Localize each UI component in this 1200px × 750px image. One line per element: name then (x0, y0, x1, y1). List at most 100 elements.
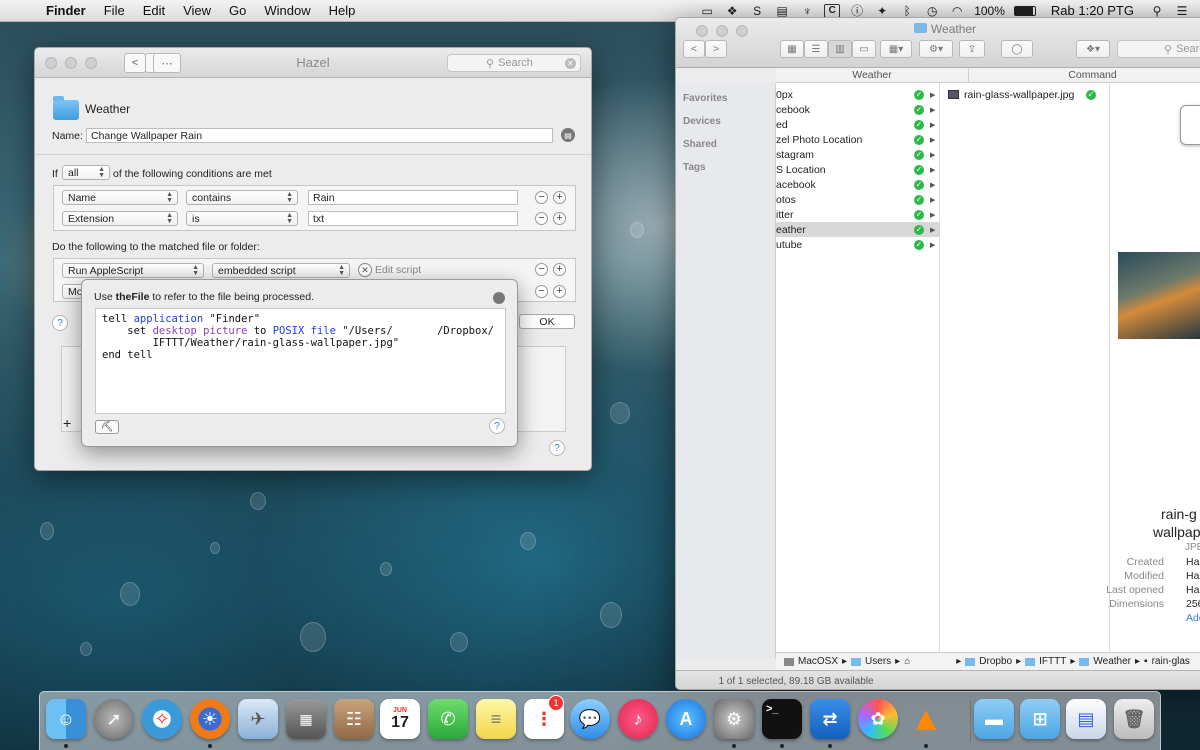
condition-attribute-select[interactable]: Name ▲ ▼ (62, 190, 178, 205)
tools-icon[interactable]: ✦ (874, 4, 890, 18)
icon-view-button[interactable]: ▦ (780, 40, 804, 58)
battery-icon[interactable] (1013, 5, 1036, 16)
add-action-button[interactable]: + (553, 285, 566, 298)
edit-script-link[interactable]: Edit script (375, 264, 421, 276)
add-tags-link[interactable]: Add (1186, 612, 1200, 624)
folder-row[interactable]: acebook ✓ ▶ (776, 177, 940, 192)
path-item[interactable]: IFTTT (1039, 656, 1066, 667)
close-popover-icon[interactable]: ✕ (358, 263, 372, 277)
sidebar-shared[interactable]: Shared (683, 139, 717, 150)
clear-search-icon[interactable]: ✕ (565, 57, 576, 69)
match-mode-select[interactable]: all ▲ ▼ (62, 165, 110, 180)
script-code-editor[interactable]: tell application "Finder" set desktop pi… (95, 308, 506, 414)
itunes-icon[interactable]: ♪ (618, 699, 658, 739)
rule-options-icon[interactable]: ▤ (561, 128, 575, 142)
remove-condition-button[interactable]: − (535, 212, 548, 225)
photos-icon[interactable]: ✿ (858, 699, 898, 739)
add-folder-button[interactable]: + (63, 415, 71, 431)
help-button[interactable]: ? (489, 418, 505, 434)
notes-icon[interactable]: ≡ (476, 699, 516, 739)
column-header-weather[interactable]: Weather (776, 68, 968, 83)
menu-window[interactable]: Window (264, 3, 310, 18)
dropbox-menu-icon[interactable]: ❖▾ (1076, 40, 1110, 58)
vlc-icon[interactable]: ▲ (906, 699, 946, 739)
downloads-stack-icon[interactable]: ▤ (1066, 699, 1106, 739)
help-button[interactable]: ? (549, 440, 565, 456)
remove-action-button[interactable]: − (535, 285, 548, 298)
compile-hammer-icon[interactable]: ⛏ (95, 420, 119, 434)
menu-edit[interactable]: Edit (143, 3, 165, 18)
safari-icon[interactable]: ✧ (142, 699, 182, 739)
firefox-icon[interactable]: ☀ (190, 699, 230, 739)
condition-value-field[interactable]: txt (308, 211, 518, 226)
folder-row[interactable]: stagram ✓ ▶ (776, 147, 940, 162)
tag-button[interactable]: ◯ (1001, 40, 1033, 58)
box-sync-icon[interactable]: ▤ (774, 4, 790, 18)
folder-stack-icon[interactable]: ▬ (974, 699, 1014, 739)
add-condition-button[interactable]: + (553, 191, 566, 204)
folder-row[interactable]: ed ✓ ▶ (776, 117, 940, 132)
ok-button[interactable]: OK (519, 314, 575, 329)
facetime-icon[interactable]: ✆ (428, 699, 468, 739)
folder-row[interactable]: otos ✓ ▶ (776, 192, 940, 207)
list-view-button[interactable]: ☰ (804, 40, 828, 58)
alert-icon[interactable]: ⓘ (849, 4, 865, 18)
messages-icon[interactable]: 💬 (570, 699, 610, 739)
launchpad-icon[interactable]: ➚ (94, 699, 134, 739)
contacts-icon[interactable]: ☷ (334, 699, 374, 739)
folder-row[interactable]: utube ✓ ▶ (776, 237, 940, 252)
help-button[interactable]: ? (52, 315, 68, 331)
column-header-command[interactable]: Command (968, 68, 1200, 83)
finder-search-input[interactable]: ⚲ Searc (1117, 40, 1200, 58)
menubar-clock[interactable]: Rab 1:20 PTG (1051, 3, 1134, 18)
folder-row[interactable]: 0px ✓ ▶ (776, 87, 940, 102)
forward-button[interactable]: > (705, 40, 727, 58)
path-item[interactable]: Weather (1093, 656, 1131, 667)
action-gear-icon[interactable]: ⚙▾ (919, 40, 953, 58)
menu-help[interactable]: Help (329, 3, 356, 18)
sidebar-tags[interactable]: Tags (683, 162, 706, 173)
folder-row[interactable]: cebook ✓ ▶ (776, 102, 940, 117)
time-machine-icon[interactable]: ◷ (924, 4, 940, 18)
dropbox-icon[interactable]: ❖ (724, 4, 740, 18)
remove-action-button[interactable]: − (535, 263, 548, 276)
rule-name-field[interactable]: Change Wallpaper Rain (86, 128, 553, 143)
condition-attribute-select[interactable]: Extension ▲ ▼ (62, 211, 178, 226)
script-options-icon[interactable] (493, 292, 505, 304)
system-preferences-icon[interactable]: ⚙ (714, 699, 754, 739)
battery-percent[interactable]: 100% (974, 4, 1005, 18)
folder-row[interactable]: itter ✓ ▶ (776, 207, 940, 222)
script-source-select[interactable]: embedded script ▲ ▼ (212, 263, 350, 278)
menu-go[interactable]: Go (229, 3, 246, 18)
cover-flow-button[interactable]: ▭ (852, 40, 876, 58)
menu-app-finder[interactable]: Finder (46, 3, 86, 18)
back-button[interactable]: < (683, 40, 705, 58)
menu-file[interactable]: File (104, 3, 125, 18)
skype-icon[interactable]: S (749, 4, 765, 18)
finder-icon[interactable]: ☺ (46, 699, 86, 739)
app-store-icon[interactable]: A (666, 699, 706, 739)
trash-icon[interactable]: 🗑 (1114, 699, 1154, 739)
file-row[interactable]: rain-glass-wallpaper.jpg ✓ (940, 87, 1110, 102)
teamviewer-icon[interactable]: ♆ (799, 4, 815, 18)
wifi-icon[interactable]: ◠ (949, 4, 965, 18)
menu-view[interactable]: View (183, 3, 211, 18)
airplay-icon[interactable]: ▭ (699, 4, 715, 18)
teamviewer-icon[interactable]: ⇄ (810, 699, 850, 739)
notification-center-icon[interactable]: ☰ (1174, 4, 1190, 18)
folder-row[interactable]: eather ✓ ▶ (776, 222, 940, 237)
hazel-search-input[interactable]: ⚲ Search ✕ (447, 54, 581, 72)
path-item[interactable]: Users (865, 656, 891, 667)
add-action-button[interactable]: + (553, 263, 566, 276)
condition-operator-select[interactable]: is ▲ ▼ (186, 211, 298, 226)
bluetooth-icon[interactable]: ᛒ (899, 4, 915, 18)
path-item[interactable]: MacOSX (798, 656, 838, 667)
calendar-icon[interactable]: JUN 17 (380, 699, 420, 739)
add-condition-button[interactable]: + (553, 212, 566, 225)
sidebar-devices[interactable]: Devices (683, 116, 721, 127)
windows-folder-icon[interactable]: ⊞ (1020, 699, 1060, 739)
share-button[interactable]: ⇪ (959, 40, 985, 58)
path-item[interactable]: Dropbo (979, 656, 1012, 667)
arrange-button[interactable]: ▦▾ (880, 40, 912, 58)
sidebar-favorites[interactable]: Favorites (683, 93, 727, 104)
